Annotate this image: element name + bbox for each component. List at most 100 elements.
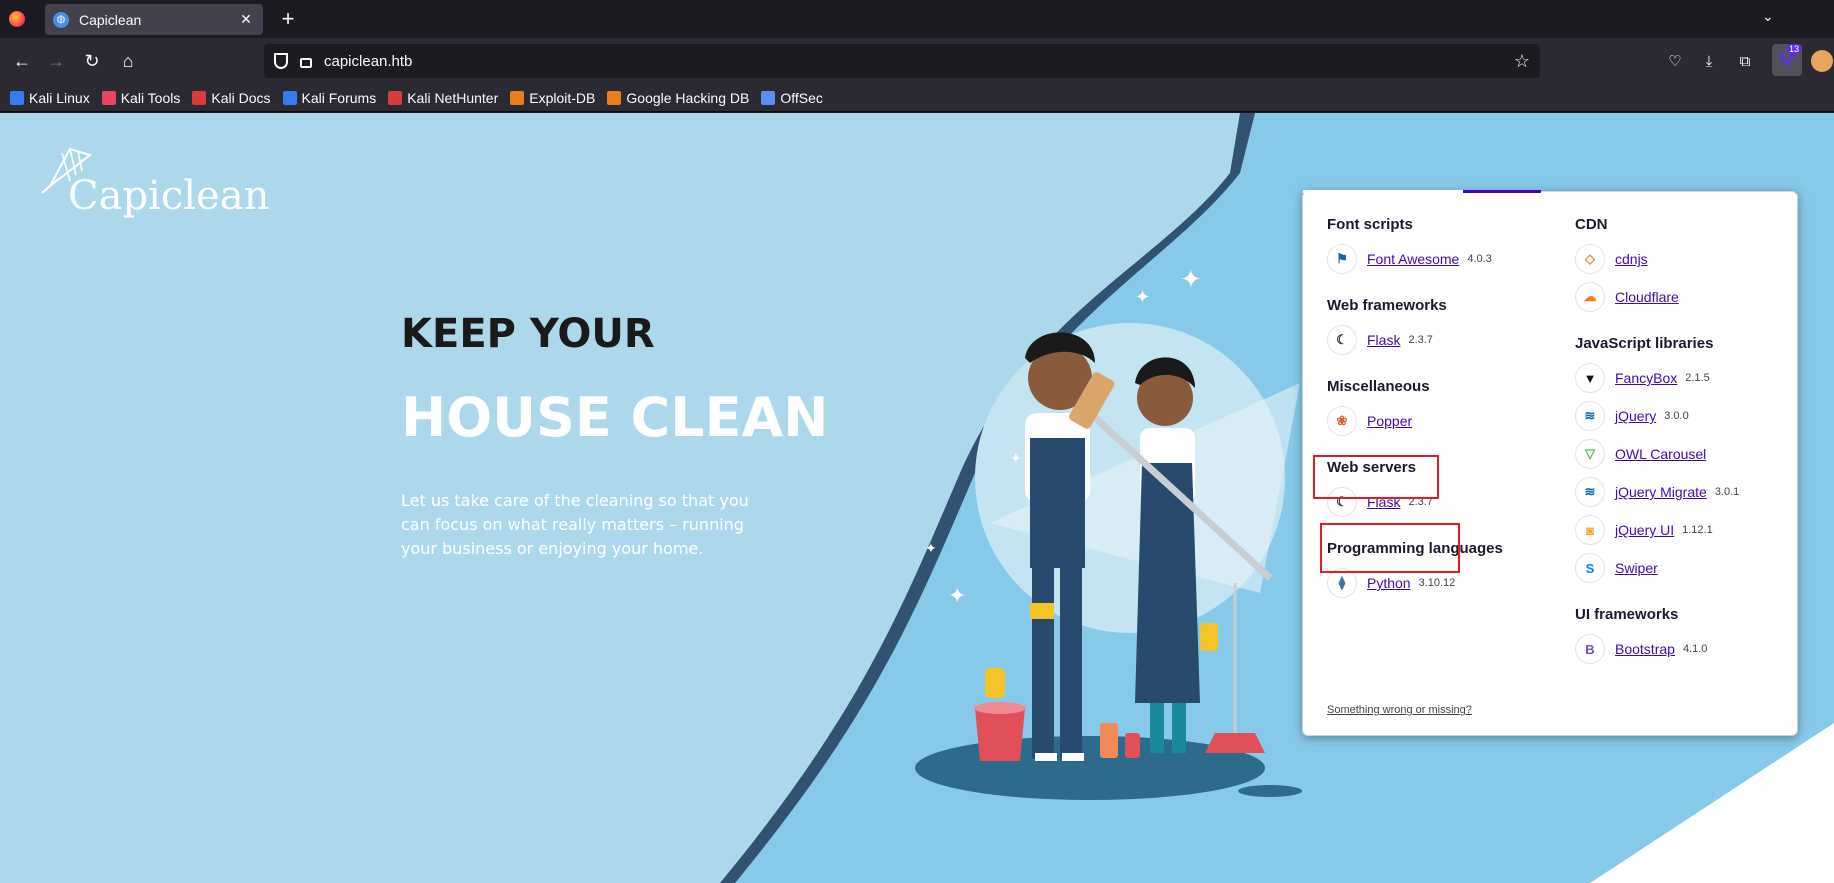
report-issue-link[interactable]: Something wrong or missing? (1327, 704, 1472, 716)
technology-item: B Bootstrap 4.1.0 (1575, 633, 1805, 665)
tech-category: UI frameworks B Bootstrap 4.1.0 (1575, 606, 1805, 665)
technology-link[interactable]: jQuery UI (1615, 522, 1674, 538)
url-text[interactable]: capiclean.htb (324, 53, 1514, 70)
popup-accent-bar (1303, 190, 1541, 193)
bookmark-star-icon[interactable]: ☆ (1514, 51, 1530, 72)
highlight-box-web-servers (1313, 455, 1439, 499)
svg-text:✦: ✦ (1135, 287, 1150, 307)
tech-category: Font scripts ⚑ Font Awesome 4.0.3 (1327, 216, 1557, 275)
popper-icon: ❀ (1327, 406, 1357, 436)
tab-title: Capiclean (79, 11, 142, 28)
bookmark-item[interactable]: Kali Forums (282, 89, 377, 106)
bookmark-label: Kali Docs (211, 89, 271, 106)
technology-version: 3.10.12 (1418, 577, 1456, 589)
tech-category: JavaScript libraries ▼ FancyBox 2.1.5 ≋ jQuer… (1575, 335, 1805, 584)
new-tab-button[interactable]: + (276, 7, 300, 31)
technology-link[interactable]: FancyBox (1615, 370, 1677, 386)
technology-link[interactable]: jQuery Migrate (1615, 484, 1707, 500)
technology-item: ≋ jQuery Migrate 3.0.1 (1575, 476, 1805, 508)
bookmark-favicon-icon (388, 90, 403, 105)
bookmark-favicon-icon (192, 90, 207, 105)
bookmark-label: Kali Forums (301, 89, 377, 106)
bookmark-item[interactable]: Kali Docs (192, 89, 271, 106)
highlight-box-python (1320, 523, 1460, 573)
bookmark-label: Kali Tools (120, 89, 181, 106)
hero-headline-1: KEEP YOUR (401, 311, 655, 357)
category-title: UI frameworks (1575, 606, 1679, 623)
technology-item: ❀ Popper (1327, 405, 1557, 437)
wappalyzer-icon (1778, 53, 1796, 67)
owl-icon: ▽ (1575, 439, 1605, 469)
back-button[interactable]: ← (8, 47, 36, 75)
tab-strip: ◍ Capiclean ✕ + ⌄ (0, 0, 1834, 38)
technology-version: 3.0.0 (1664, 410, 1689, 422)
brand-name[interactable]: Capiclean (68, 173, 269, 219)
bookmark-label: Exploit-DB (529, 89, 596, 106)
jquery-icon: ≋ (1575, 401, 1605, 431)
bookmark-item[interactable]: Kali Linux (10, 90, 90, 106)
technology-link[interactable]: Popper (1367, 413, 1412, 429)
technology-version: 2.1.5 (1685, 372, 1710, 384)
bookmark-item[interactable]: Google Hacking DB (607, 90, 749, 106)
lock-icon[interactable] (300, 58, 312, 68)
bookmark-item[interactable]: Kali Tools (101, 89, 181, 106)
hero-tagline: Let us take care of the cleaning so that… (401, 491, 749, 558)
navigation-toolbar: ← → ↻ ⌂ capiclean.htb ☆ ♡ ⤓ ⧉ 13 (0, 38, 1834, 84)
cloudflare-icon: ☁ (1575, 282, 1605, 312)
technology-link[interactable]: Swiper (1615, 560, 1658, 576)
tech-category: CDN ◇ cdnjs ☁ Cloudflare (1575, 216, 1805, 313)
technology-item: ☁ Cloudflare (1575, 281, 1805, 313)
technology-link[interactable]: Python (1367, 575, 1411, 591)
svg-text:✦: ✦ (1010, 450, 1022, 466)
category-title: JavaScript libraries (1575, 335, 1714, 352)
tech-category: Miscellaneous ❀ Popper (1327, 378, 1557, 437)
extension-count-badge: 13 (1785, 44, 1802, 54)
profile-avatar[interactable] (1811, 50, 1833, 72)
svg-text:✦: ✦ (1180, 264, 1202, 294)
tech-category: Web frameworks ☾ Flask 2.3.7 (1327, 297, 1557, 356)
technology-link[interactable]: cdnjs (1615, 251, 1648, 267)
wappalyzer-right-column: CDN ◇ cdnjs ☁ Cloudflare JavaScript libraries… (1575, 216, 1805, 687)
bookmark-label: Kali NetHunter (407, 89, 499, 106)
technology-version: 3.0.1 (1714, 486, 1740, 498)
technology-version: 1.12.1 (1682, 524, 1713, 536)
technology-link[interactable]: Font Awesome (1367, 251, 1459, 267)
jquery-icon: ≋ (1575, 477, 1605, 507)
technology-link[interactable]: Bootstrap (1615, 641, 1675, 657)
technology-item: ▽ OWL Carousel (1575, 438, 1805, 470)
reload-button[interactable]: ↻ (78, 47, 106, 75)
bookmark-favicon-icon (607, 90, 622, 105)
bookmark-favicon-icon (761, 90, 776, 105)
tracking-protection-shield-icon[interactable] (274, 53, 288, 69)
category-title: Miscellaneous (1327, 378, 1430, 395)
technology-link[interactable]: OWL Carousel (1615, 446, 1706, 462)
firefox-view-button[interactable] (6, 8, 28, 30)
downloads-icon[interactable]: ⤓ (1696, 48, 1722, 74)
bookmark-item[interactable]: Exploit-DB (510, 90, 595, 106)
technology-version: 4.1.0 (1682, 643, 1708, 655)
tab-capiclean[interactable]: ◍ Capiclean ✕ (45, 4, 263, 35)
hero-headline-2: HOUSE CLEAN (401, 386, 829, 449)
bookmark-favicon-icon (510, 90, 525, 105)
pocket-icon[interactable]: ♡ (1662, 48, 1688, 74)
close-tab-icon[interactable]: ✕ (237, 11, 255, 28)
bookmarks-toolbar: Kali Linux Kali Tools Kali Docs Kali Forums… (0, 84, 1834, 112)
fancybox-icon: ▼ (1575, 363, 1605, 393)
home-button[interactable]: ⌂ (114, 47, 142, 75)
forward-button[interactable]: → (42, 47, 70, 75)
bookmark-item[interactable]: OffSec (761, 90, 823, 106)
technology-item: ≋ jQuery 3.0.0 (1575, 400, 1805, 432)
bookmark-label: OffSec (780, 89, 823, 106)
url-bar[interactable]: capiclean.htb ☆ (264, 44, 1540, 78)
technology-link[interactable]: jQuery (1615, 408, 1656, 424)
technology-link[interactable]: Flask (1367, 332, 1400, 348)
extensions-icon[interactable]: ⧉ (1732, 48, 1758, 74)
flask-icon: ☾ (1327, 325, 1357, 355)
category-title: Web frameworks (1327, 297, 1447, 314)
bookmark-item[interactable]: Kali NetHunter (388, 90, 498, 106)
flag-icon: ⚑ (1327, 244, 1357, 274)
technology-link[interactable]: Cloudflare (1615, 289, 1679, 305)
technology-version: 4.0.3 (1467, 253, 1492, 265)
list-tabs-chevron-icon[interactable]: ⌄ (1762, 8, 1774, 25)
wappalyzer-extension-button[interactable]: 13 (1772, 44, 1802, 76)
